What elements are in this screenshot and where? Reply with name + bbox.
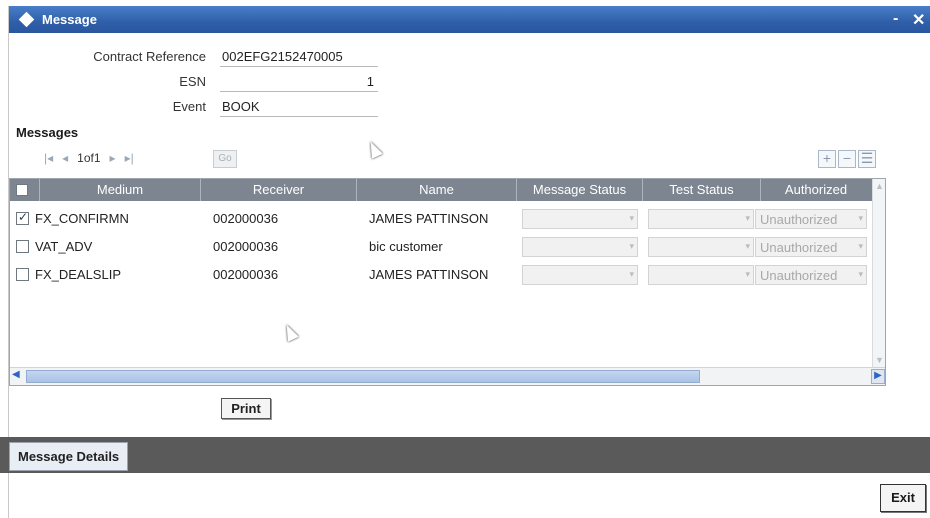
scroll-up-icon[interactable]: ▲ <box>875 181 884 191</box>
chevron-down-icon: ▾ <box>858 241 863 251</box>
minimize-button[interactable]: - <box>893 10 898 28</box>
add-row-icon[interactable]: + <box>818 150 836 168</box>
chevron-down-icon: ▾ <box>629 213 634 223</box>
authorized-select[interactable]: Unauthorized ▾ <box>755 265 867 285</box>
single-view-icon[interactable]: ☰ <box>858 150 876 168</box>
select-all-cell <box>10 179 40 201</box>
contract-reference-field[interactable]: 002EFG2152470005 <box>220 48 378 67</box>
print-button[interactable]: Print <box>221 398 271 419</box>
delete-row-icon[interactable]: − <box>838 150 856 168</box>
contract-reference-label: Contract Reference <box>93 49 206 64</box>
message-status-select[interactable]: ▾ <box>522 237 638 257</box>
window-title-bar: Message - ✕ <box>9 6 930 33</box>
close-button[interactable]: ✕ <box>912 10 925 30</box>
scroll-right-icon[interactable]: ▶ <box>871 369 885 384</box>
details-tab-band <box>0 437 930 473</box>
authorized-value: Unauthorized <box>760 212 838 227</box>
test-status-select[interactable]: ▾ <box>648 209 754 229</box>
name-cell: JAMES PATTINSON <box>369 267 489 282</box>
authorized-value: Unauthorized <box>760 268 838 283</box>
chevron-down-icon: ▾ <box>629 241 634 251</box>
column-header-message-status[interactable]: Message Status <box>517 179 643 201</box>
messages-heading: Messages <box>16 125 79 140</box>
scroll-down-icon[interactable]: ▼ <box>875 355 884 365</box>
grid-header: Medium Receiver Name Message Status Test… <box>10 179 885 201</box>
medium-cell: FX_CONFIRMN <box>35 211 129 226</box>
horizontal-scrollbar[interactable]: ◀ ▶ <box>10 367 885 385</box>
prev-page-icon[interactable]: ◂ <box>62 151 68 165</box>
select-all-checkbox[interactable] <box>16 184 28 196</box>
scroll-left-icon[interactable]: ◀ <box>12 369 20 380</box>
authorized-select[interactable]: Unauthorized ▾ <box>755 209 867 229</box>
message-status-select[interactable]: ▾ <box>522 209 638 229</box>
row-checkbox[interactable] <box>16 240 29 253</box>
column-header-receiver[interactable]: Receiver <box>201 179 357 201</box>
name-cell: JAMES PATTINSON <box>369 211 489 226</box>
grid-tools: + − ☰ <box>818 150 876 168</box>
row-checkbox[interactable] <box>16 268 29 281</box>
column-header-medium[interactable]: Medium <box>40 179 201 201</box>
authorized-value: Unauthorized <box>760 240 838 255</box>
column-header-name[interactable]: Name <box>357 179 517 201</box>
row-checkbox[interactable] <box>16 210 29 225</box>
scroll-thumb[interactable] <box>26 370 700 383</box>
test-status-select[interactable]: ▾ <box>648 237 754 257</box>
column-header-test-status[interactable]: Test Status <box>643 179 761 201</box>
last-page-icon[interactable]: ▸| <box>125 151 134 165</box>
mouse-cursor-icon <box>365 139 383 159</box>
receiver-cell: 002000036 <box>213 267 279 282</box>
test-status-select[interactable]: ▾ <box>648 265 754 285</box>
page-indicator: 1of1 <box>77 151 101 165</box>
esn-label: ESN <box>179 74 206 89</box>
exit-button[interactable]: Exit <box>880 484 926 512</box>
tab-message-details[interactable]: Message Details <box>9 442 129 471</box>
pager: |◂ ◂ 1of1 ▸ ▸| <box>44 151 143 165</box>
receiver-cell: 002000036 <box>213 211 279 226</box>
esn-field[interactable]: 1 <box>220 73 378 92</box>
column-header-authorized[interactable]: Authorized <box>761 179 871 201</box>
event-label: Event <box>172 99 206 114</box>
next-page-icon[interactable]: ▸ <box>110 151 116 165</box>
chevron-down-icon: ▾ <box>629 269 634 279</box>
chevron-down-icon: ▾ <box>745 213 750 223</box>
chevron-down-icon: ▾ <box>858 269 863 279</box>
messages-grid: Medium Receiver Name Message Status Test… <box>9 178 886 386</box>
vertical-scrollbar[interactable]: ▲ ▼ <box>872 179 885 367</box>
medium-cell: VAT_ADV <box>35 239 93 254</box>
chevron-down-icon: ▾ <box>858 213 863 223</box>
window-diamond-icon <box>18 11 35 28</box>
chevron-down-icon: ▾ <box>745 269 750 279</box>
medium-cell: FX_DEALSLIP <box>35 267 121 282</box>
window-title: Message <box>42 12 97 27</box>
first-page-icon[interactable]: |◂ <box>44 151 53 165</box>
receiver-cell: 002000036 <box>213 239 279 254</box>
name-cell: bic customer <box>369 239 443 254</box>
message-status-select[interactable]: ▾ <box>522 265 638 285</box>
chevron-down-icon: ▾ <box>745 241 750 251</box>
event-field[interactable]: BOOK <box>220 98 378 117</box>
authorized-select[interactable]: Unauthorized ▾ <box>755 237 867 257</box>
go-button[interactable]: Go <box>213 150 237 168</box>
